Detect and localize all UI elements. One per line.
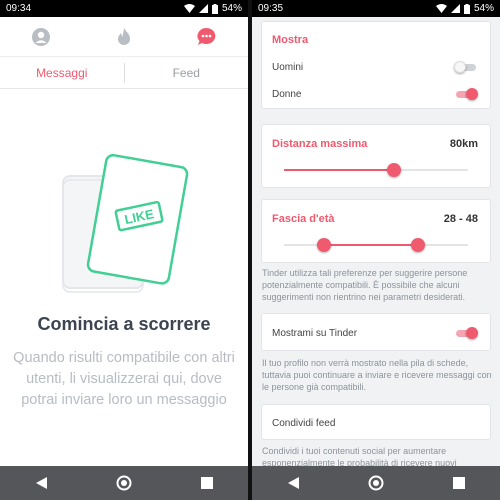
show-men-toggle[interactable] [454,60,478,74]
empty-state-title: Comincia a scorrere [37,314,211,334]
top-navigation [0,17,248,57]
share-feed-note: Condividi i tuoi contenuti social per au… [262,446,457,466]
signal-icon [450,4,460,13]
distance-title: Distanza massima [272,138,368,150]
age-title: Fascia d'età [272,213,335,225]
swipe-button[interactable] [104,17,144,57]
system-nav-bar [252,466,500,500]
chat-icon [197,27,216,45]
system-nav-bar [0,466,248,500]
settings-screen: 09:35 54% Mostra Uomini Donne Distanza m… [252,0,500,500]
status-bar: 09:34 54% [0,0,248,17]
distance-slider-thumb[interactable] [387,163,402,177]
profile-icon [32,27,51,46]
like-cards-illustration: LIKE [62,153,189,293]
tab-bar: Messaggi Feed [0,57,248,89]
status-bar: 09:35 54% [252,0,500,17]
distance-value: 80km [449,138,478,150]
distance-slider[interactable] [284,163,468,177]
show-women-toggle[interactable] [454,87,478,101]
home-icon [116,475,132,491]
show-me-row[interactable]: Mostrami su Tinder [272,322,478,344]
back-icon [287,477,299,489]
battery-icon [211,3,218,14]
show-women-label: Donne [272,88,302,100]
flame-icon [117,27,130,45]
age-slider-max-thumb[interactable] [411,238,426,252]
home-button[interactable] [104,466,144,500]
show-title: Mostra [272,34,309,46]
recents-button[interactable] [187,466,227,500]
empty-state: LIKE Comincia a scorrere Quando risulti … [0,90,248,466]
age-slider-min-thumb[interactable] [317,238,332,252]
status-time: 09:34 [6,3,32,14]
age-slider[interactable] [284,238,468,252]
show-card: Mostra Uomini Donne [261,21,491,109]
profile-button[interactable] [21,17,61,57]
signal-icon [198,4,208,13]
age-card: Fascia d'età 28 - 48 [261,199,491,263]
home-button[interactable] [356,466,396,500]
distance-card: Distanza massima 80km [261,124,491,188]
back-icon [35,477,47,489]
back-button[interactable] [273,466,313,500]
show-men-label: Uomini [272,61,304,73]
show-me-toggle[interactable] [454,326,478,340]
age-note: Tinder utilizza tali preferenze per sugg… [262,268,468,302]
age-value: 28 - 48 [443,213,478,225]
empty-state-text: Quando risulti compatibile con altri ute… [13,350,235,408]
messages-button[interactable] [187,17,227,57]
show-women-row[interactable]: Donne [272,83,478,105]
battery-percent: 54% [473,3,494,14]
status-time: 09:35 [258,3,284,14]
show-men-row[interactable]: Uomini [272,56,478,78]
show-me-note: Il tuo profilo non verrà mostrato nella … [262,358,492,392]
tab-feed[interactable]: Feed [125,57,249,88]
back-button[interactable] [21,466,61,500]
battery-percent: 54% [221,3,242,14]
recents-button[interactable] [439,466,479,500]
share-feed-label: Condividi feed [272,417,336,429]
messages-screen: 09:34 54% Messaggi Feed LIKE Comincia a … [0,0,248,500]
show-me-card: Mostrami su Tinder [261,313,491,351]
settings-content: Mostra Uomini Donne Distanza massima 80k… [252,17,500,466]
recents-icon [452,477,465,489]
share-feed-card[interactable]: Condividi feed [261,404,491,440]
wifi-icon [183,4,195,13]
recents-icon [200,477,213,489]
battery-icon [463,3,470,14]
home-icon [368,475,384,491]
share-feed-row[interactable]: Condividi feed [272,412,478,434]
tab-messages[interactable]: Messaggi [0,57,124,88]
wifi-icon [435,4,447,13]
show-me-label: Mostrami su Tinder [272,327,358,339]
